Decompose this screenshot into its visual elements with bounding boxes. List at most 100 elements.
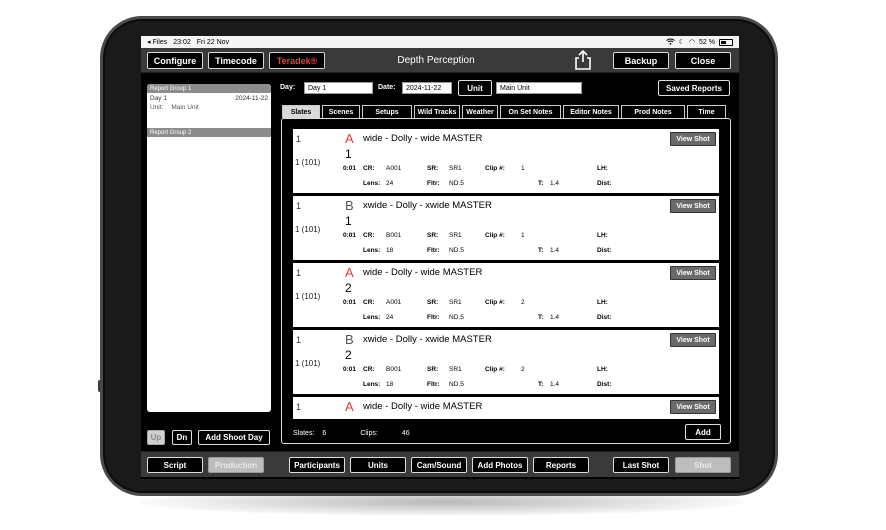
teradek-button[interactable]: Teradek® [269,52,325,69]
headphones-icon: ◠ [688,39,696,46]
status-right: ☾ ◠ 52 % [665,38,733,47]
lh-label: LH: [597,232,608,239]
report-group-header: Report Group 1 [147,84,271,93]
cr-value: A001 [386,165,402,172]
sr-label: SR: [427,232,439,239]
tab-prod-notes[interactable]: Prod Notes [621,105,685,118]
close-button[interactable]: Close [675,52,731,69]
cam-sound-button[interactable]: Cam/Sound [411,457,467,473]
cr-value: B001 [386,232,402,239]
take-number: 2 [345,281,352,295]
t-stop-label: T: [538,180,544,187]
dist-label: Dist: [597,180,612,187]
view-shot-button[interactable]: View Shot [670,266,716,280]
date-field[interactable]: 2024-11-22 [402,82,452,94]
shot-list[interactable]: 1 A wide - Dolly - wide MASTER 1 1 (101)… [293,129,719,419]
add-slate-button[interactable]: Add [685,424,721,440]
tab-setups[interactable]: Setups [362,105,412,118]
view-shot-button[interactable]: View Shot [670,400,716,414]
report-item-unit-value: Main Unit [171,104,199,111]
battery-level [721,40,726,44]
saved-reports-button[interactable]: Saved Reports [658,80,730,96]
sr-value: SR1 [449,366,462,373]
setup-letter: B [345,332,354,347]
shot-title: xwide - Dolly - xwide MASTER [363,334,492,345]
duration-value: 0:01 [343,299,357,306]
tab-on-set-notes[interactable]: On Set Notes [500,105,561,118]
slate-card[interactable]: 1 B xwide - Dolly - xwide MASTER 2 1 (10… [293,330,719,394]
report-item-date: 2024-11-22 [235,95,268,102]
take-id: 1 (101) [295,359,321,368]
t-stop-label: T: [538,314,544,321]
report-item-row: Day 1 2024-11-22 [150,95,268,102]
tab-weather[interactable]: Weather [462,105,498,118]
app-screen: ◂ Files 23:02 Fri 22 Nov ☾ ◠ 52 % Config… [141,36,739,479]
script-button[interactable]: Script [147,457,203,473]
move-up-button[interactable]: Up [147,430,165,445]
add-shoot-day-button[interactable]: Add Shoot Day [198,430,270,445]
tab-time[interactable]: Time [687,105,726,118]
configure-button[interactable]: Configure [147,52,203,69]
take-id: 1 (101) [295,292,321,301]
cr-value: A001 [386,299,402,306]
setup-letter: A [345,265,354,280]
clip-label: Clip #: [485,232,505,239]
units-button[interactable]: Units [350,457,406,473]
backup-button[interactable]: Backup [613,52,669,69]
slate-card[interactable]: 1 A wide - Dolly - wide MASTER 1 1 (101)… [293,129,719,193]
clip-value: 1 [521,232,525,239]
back-to-files-link[interactable]: ◂ Files [147,38,167,46]
lens-value: 24 [386,180,394,187]
scene-number: 1 [296,268,302,278]
slate-card[interactable]: 1 B xwide - Dolly - xwide MASTER 1 1 (10… [293,196,719,260]
t-stop-label: T: [538,247,544,254]
battery-icon [719,38,733,46]
unit-field[interactable]: Main Unit [496,82,582,94]
shot-button[interactable]: Shot [675,457,731,473]
filter-value: ND.5 [449,381,464,388]
take-number: 1 [345,147,352,161]
dist-label: Dist: [597,247,612,254]
tab-wild-tracks[interactable]: Wild Tracks [414,105,460,118]
clip-value: 2 [521,366,525,373]
filter-label: Fltr: [427,314,440,321]
take-id: 1 (101) [295,158,321,167]
clip-value: 1 [521,165,525,172]
view-shot-button[interactable]: View Shot [670,333,716,347]
view-shot-button[interactable]: View Shot [670,132,716,146]
slate-card[interactable]: 1 A wide - Dolly - wide MASTER View Shot [293,397,719,419]
report-group-item[interactable]: Day 1 2024-11-22 Unit: Main Unit [147,93,271,128]
scene-number: 1 [296,335,302,345]
last-shot-button[interactable]: Last Shot [613,457,669,473]
report-tabs: Slates Scenes Setups Wild Tracks Weather… [282,105,730,118]
moon-icon: ☾ [678,39,685,46]
dist-label: Dist: [597,381,612,388]
tab-editor-notes[interactable]: Editor Notes [563,105,619,118]
cr-label: CR: [363,165,375,172]
add-photos-button[interactable]: Add Photos [472,457,528,473]
date-label: Date: [378,84,396,91]
participants-button[interactable]: Participants [289,457,345,473]
lens-value: 18 [386,247,394,254]
share-icon[interactable] [574,49,592,70]
production-button[interactable]: Production [208,457,264,473]
filter-label: Fltr: [427,247,440,254]
slate-card[interactable]: 1 A wide - Dolly - wide MASTER 2 1 (101)… [293,263,719,327]
main-content: Report Group 1 Day 1 2024-11-22 Unit: Ma… [141,74,739,448]
unit-button[interactable]: Unit [458,80,492,96]
clips-count-label: Clips: [360,430,378,437]
timecode-button[interactable]: Timecode [208,52,264,69]
tab-slates[interactable]: Slates [282,105,320,118]
tab-scenes[interactable]: Scenes [322,105,360,118]
report-item-unit-label: Unit: [150,104,164,111]
cr-label: CR: [363,299,375,306]
t-stop-value: 1.4 [550,247,560,254]
move-down-button[interactable]: Dn [172,430,192,445]
view-shot-button[interactable]: View Shot [670,199,716,213]
duration-value: 0:01 [343,232,357,239]
report-item-unit: Unit: Main Unit [150,104,268,111]
reports-button[interactable]: Reports [533,457,589,473]
report-groups-panel: Report Group 1 Day 1 2024-11-22 Unit: Ma… [147,84,271,412]
sr-value: SR1 [449,232,462,239]
day-field[interactable]: Day 1 [304,82,373,94]
